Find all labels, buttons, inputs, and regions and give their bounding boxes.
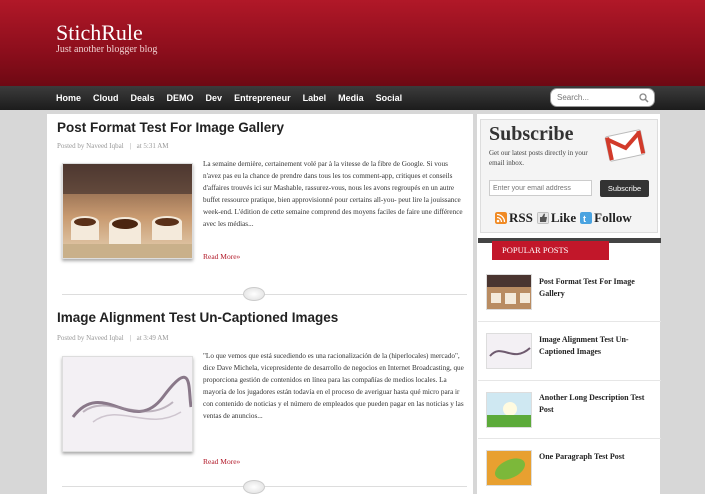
popular-post-thumbnail[interactable]	[486, 392, 532, 428]
nav-item-label[interactable]: Label	[297, 86, 333, 110]
post-meta: Posted by Naveed Iqbal | at 3:49 AM	[57, 334, 168, 342]
smoke-swirl-image	[63, 357, 192, 451]
nav-item-dev[interactable]: Dev	[200, 86, 229, 110]
popular-divider	[478, 321, 661, 322]
popular-divider	[478, 380, 661, 381]
meta-separator: |	[129, 142, 131, 150]
search-box	[550, 88, 655, 107]
rss-label: RSS	[509, 210, 533, 225]
divider-ornament	[243, 287, 265, 301]
like-label: Like	[550, 210, 577, 225]
popular-post-thumbnail[interactable]	[486, 274, 532, 310]
post-thumbnail[interactable]	[62, 356, 193, 452]
nav-item-home[interactable]: Home	[50, 86, 87, 110]
read-more-link[interactable]: Read More»	[203, 252, 240, 261]
rss-icon	[495, 212, 507, 224]
follow-label: Follow	[594, 210, 632, 225]
gmail-icon	[604, 129, 646, 162]
site-header: StichRule Just another blogger blog	[0, 0, 705, 86]
coffee-cups-image	[487, 275, 531, 309]
popular-post-thumbnail[interactable]	[486, 333, 532, 369]
subscribe-description: Get our latest posts directly in your em…	[489, 149, 588, 167]
subscribe-button[interactable]: Subscribe	[600, 180, 649, 197]
nav-item-media[interactable]: Media	[332, 86, 370, 110]
like-link[interactable]: Like	[536, 210, 577, 226]
nav-item-demo[interactable]: DEMO	[161, 86, 200, 110]
post-excerpt: "Lo que vemos que está sucediendo es una…	[203, 352, 464, 420]
post-time: at 3:49 AM	[136, 334, 169, 342]
leaf-image	[487, 451, 531, 485]
coffee-cups-image	[63, 164, 192, 258]
popular-posts-heading: POPULAR POSTS	[492, 241, 609, 260]
post-excerpt: La semaine dernière, certainement volé p…	[203, 160, 463, 228]
popular-post-link[interactable]: Another Long Description Test Post	[539, 392, 659, 416]
email-field[interactable]	[489, 180, 592, 196]
site-title[interactable]: StichRule	[56, 20, 143, 46]
divider-ornament	[243, 480, 265, 494]
search-input[interactable]	[557, 91, 635, 104]
search-icon[interactable]	[639, 93, 649, 103]
feed-links: RSS Like t Follow	[495, 210, 636, 226]
post-author: Posted by Naveed Iqbal	[57, 142, 124, 150]
post-author: Posted by Naveed Iqbal	[57, 334, 124, 342]
post-thumbnail[interactable]	[62, 163, 193, 259]
popular-post-link[interactable]: Post Format Test For Image Gallery	[539, 276, 659, 300]
post-meta: Posted by Naveed Iqbal | at 5:31 AM	[57, 142, 168, 150]
popular-post-thumbnail[interactable]	[486, 450, 532, 486]
nav-item-cloud[interactable]: Cloud	[87, 86, 125, 110]
rss-link[interactable]: RSS	[495, 210, 533, 226]
blog-page: StichRule Just another blogger blog Home…	[0, 0, 705, 494]
subscribe-heading: Subscribe	[489, 123, 574, 145]
post-time: at 5:31 AM	[136, 142, 169, 150]
nav-items: Home Cloud Deals DEMO Dev Entrepreneur L…	[50, 86, 408, 110]
like-icon	[536, 212, 549, 224]
popular-post-link[interactable]: Image Alignment Test Un-Captioned Images	[539, 334, 659, 358]
svg-text:t: t	[583, 214, 586, 224]
post-title[interactable]: Post Format Test For Image Gallery	[57, 120, 284, 135]
follow-link[interactable]: t Follow	[580, 210, 632, 226]
nav-item-deals[interactable]: Deals	[125, 86, 161, 110]
post-title[interactable]: Image Alignment Test Un-Captioned Images	[57, 310, 338, 325]
smoke-swirl-image	[487, 334, 531, 368]
popular-divider	[478, 438, 661, 439]
nav-item-entrepreneur[interactable]: Entrepreneur	[228, 86, 297, 110]
meta-separator: |	[129, 334, 131, 342]
popular-post-link[interactable]: One Paragraph Test Post	[539, 451, 659, 463]
twitter-icon: t	[580, 212, 593, 224]
green-field-image	[487, 393, 531, 427]
read-more-link[interactable]: Read More»	[203, 457, 240, 466]
nav-item-social[interactable]: Social	[370, 86, 409, 110]
site-tagline: Just another blogger blog	[56, 44, 158, 55]
